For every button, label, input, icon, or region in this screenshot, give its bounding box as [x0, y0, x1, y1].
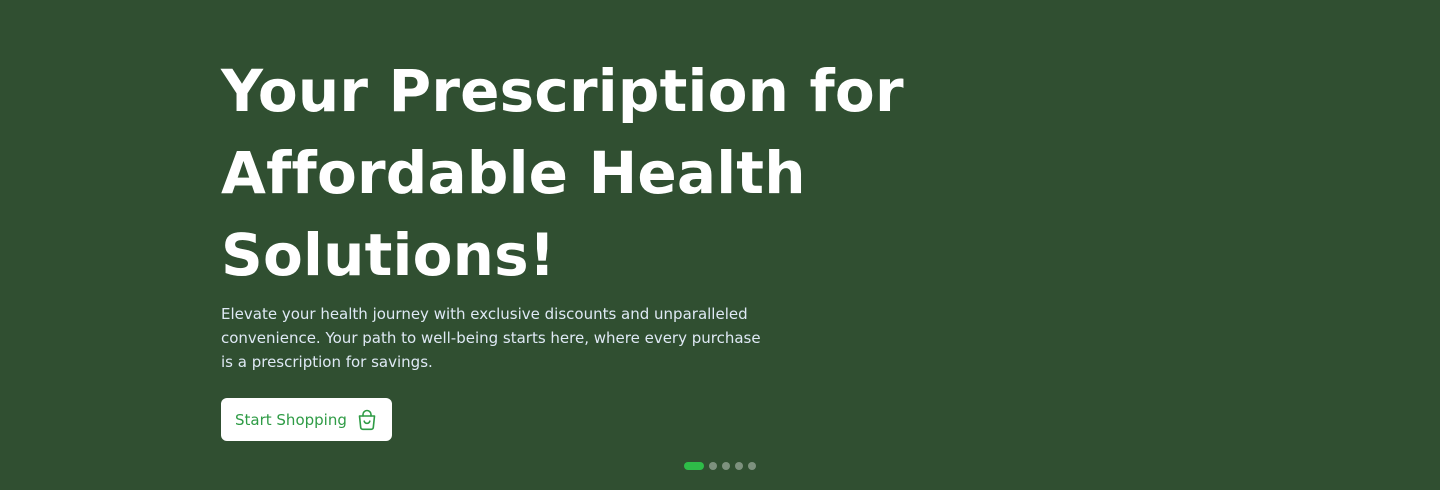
carousel-dot[interactable]	[748, 462, 756, 470]
carousel-dot[interactable]	[709, 462, 717, 470]
hero-title-line: Your Prescription for	[221, 57, 904, 125]
start-shopping-button[interactable]: Start Shopping	[221, 398, 392, 441]
hero-subtitle-line: Elevate your health journey with exclusi…	[221, 305, 748, 323]
hero-title-line: Affordable Health	[221, 139, 806, 207]
hero-subtitle-line: convenience. Your path to well-being sta…	[221, 329, 761, 347]
hero-title: Your Prescription for Affordable Health …	[221, 50, 904, 296]
hero-title-line: Solutions!	[221, 221, 556, 289]
carousel-pagination	[684, 462, 756, 470]
carousel-dot[interactable]	[722, 462, 730, 470]
hero-content: Your Prescription for Affordable Health …	[221, 50, 904, 441]
carousel-dot-active[interactable]	[684, 462, 704, 470]
start-shopping-label: Start Shopping	[235, 410, 347, 429]
shopping-bag-icon	[356, 409, 378, 431]
hero-banner: Your Prescription for Affordable Health …	[0, 0, 1440, 490]
carousel-dot[interactable]	[735, 462, 743, 470]
hero-subtitle: Elevate your health journey with exclusi…	[221, 302, 821, 374]
hero-subtitle-line: is a prescription for savings.	[221, 353, 433, 371]
